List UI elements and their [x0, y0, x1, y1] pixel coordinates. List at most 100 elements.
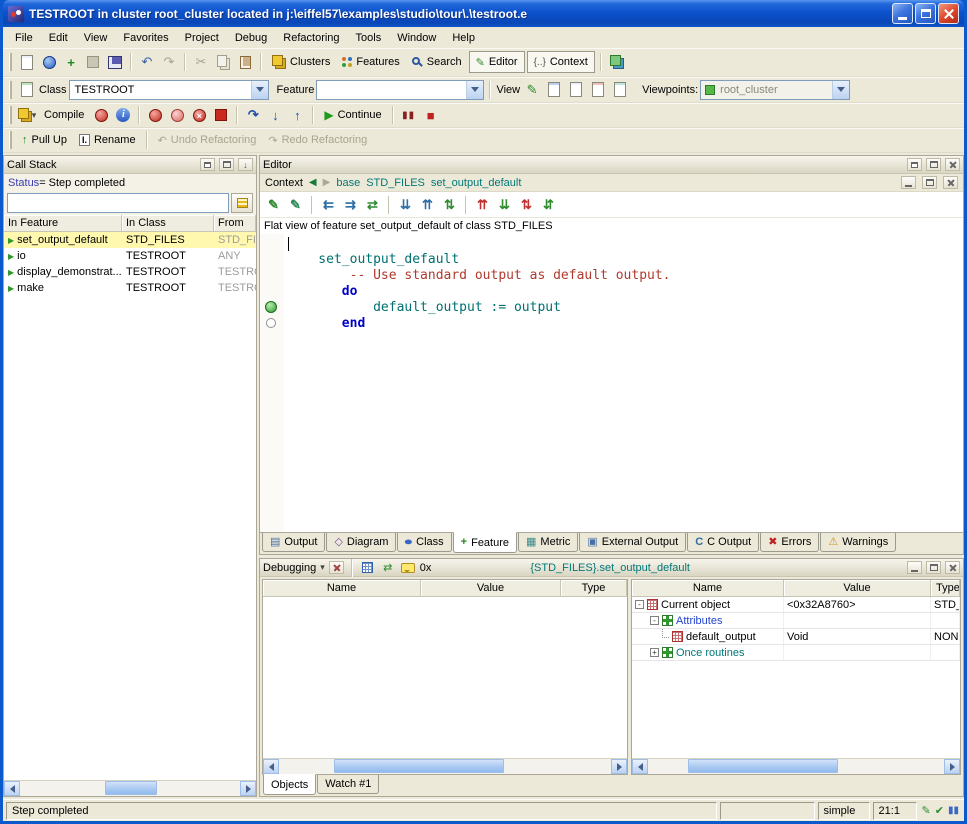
editor-toggle-button[interactable]: ✎Editor — [469, 51, 525, 73]
expand-icon[interactable]: + — [650, 648, 659, 657]
menu-item-view[interactable]: View — [76, 29, 116, 47]
tab-metric[interactable]: ▦Metric — [518, 533, 578, 552]
call-stack-hscrollbar[interactable] — [4, 780, 256, 796]
melt-button[interactable] — [91, 105, 111, 125]
scroll-left-button[interactable] — [632, 759, 648, 774]
menu-item-project[interactable]: Project — [177, 29, 227, 47]
maximize-pane-button[interactable] — [926, 158, 941, 171]
tab-external-output[interactable]: ▣External Output — [579, 533, 686, 552]
exchange-button[interactable]: ⇄ — [380, 560, 396, 576]
view-editable-button[interactable]: ✎ — [522, 80, 542, 100]
minimize-pane-button[interactable] — [907, 561, 922, 574]
breakpoint-gutter[interactable] — [260, 234, 284, 532]
history-back-button[interactable]: ◀ — [309, 177, 317, 188]
object-grid-button[interactable] — [360, 560, 376, 576]
toolbar-grip[interactable] — [9, 106, 12, 124]
tab-feature[interactable]: +Feature — [453, 532, 517, 553]
column-header-in-feature[interactable]: In Feature — [4, 215, 122, 232]
breadcrumb-cluster[interactable]: base — [336, 177, 360, 189]
ancestors-icon[interactable]: ⇈ — [473, 195, 492, 214]
menu-item-edit[interactable]: Edit — [41, 29, 76, 47]
menu-item-refactoring[interactable]: Refactoring — [275, 29, 347, 47]
column-header-type[interactable]: Type — [561, 580, 627, 597]
object-tree-row[interactable]: +Once routines — [632, 645, 960, 661]
creations-icon[interactable]: ⇅ — [440, 195, 459, 214]
maximize-pane-button[interactable] — [219, 158, 234, 171]
scroll-thumb[interactable] — [334, 759, 504, 773]
edit-feature-icon[interactable]: ✎ — [264, 195, 283, 214]
tab-warnings[interactable]: ⚠Warnings — [820, 533, 896, 552]
scroll-right-button[interactable] — [240, 781, 256, 796]
menu-item-favorites[interactable]: Favorites — [115, 29, 176, 47]
save-all-button[interactable] — [105, 52, 125, 72]
assigners-icon[interactable]: ⇉ — [341, 195, 360, 214]
add-class-button[interactable]: + — [61, 52, 81, 72]
tab-output[interactable]: ▤Output — [262, 533, 325, 552]
undo-button[interactable]: ↶ — [137, 52, 157, 72]
column-header-in-class[interactable]: In Class — [122, 215, 214, 232]
column-header-value[interactable]: Value — [784, 580, 931, 597]
close-pane-button[interactable] — [945, 561, 960, 574]
class-combobox[interactable]: TESTROOT — [69, 80, 269, 100]
scroll-track[interactable] — [648, 759, 944, 774]
view-interface-button[interactable] — [610, 80, 630, 100]
view-clickable-button[interactable] — [544, 80, 564, 100]
status-panels-icon[interactable]: ▮▮ — [948, 805, 959, 816]
search-button[interactable]: Search — [407, 51, 467, 73]
tab-errors[interactable]: ✖Errors — [760, 533, 819, 552]
run-ignoring-breakpoints-button[interactable] — [167, 105, 187, 125]
context-toggle-button[interactable]: {..}Context — [527, 51, 595, 73]
open-button[interactable] — [39, 52, 59, 72]
feature-combobox[interactable] — [316, 80, 484, 100]
class-tool-button[interactable] — [17, 80, 37, 100]
cut-button[interactable]: ✂ — [191, 52, 211, 72]
menu-item-file[interactable]: File — [7, 29, 41, 47]
objects-grid-body[interactable]: -Current object <0x32A8760> STD_FILES -A… — [632, 597, 960, 758]
breadcrumb-class[interactable]: STD_FILES — [366, 177, 425, 189]
descendants-icon[interactable]: ⇊ — [495, 195, 514, 214]
paste-button[interactable] — [235, 52, 255, 72]
callees-icon[interactable]: ⇊ — [396, 195, 415, 214]
step-out-button[interactable]: ↑ — [287, 105, 307, 125]
menu-item-tools[interactable]: Tools — [348, 29, 390, 47]
stack-depth-button[interactable] — [231, 193, 253, 213]
close-pane-button[interactable] — [943, 176, 958, 189]
history-forward-button[interactable]: ▶ — [323, 177, 331, 188]
maximize-pane-button[interactable] — [922, 176, 937, 189]
editor-header[interactable]: Editor — [260, 156, 963, 174]
feature-combobox-dropdown[interactable] — [466, 81, 483, 99]
status-ok-icon[interactable]: ✔ — [935, 804, 944, 817]
scroll-left-button[interactable] — [263, 759, 279, 774]
scroll-right-button[interactable] — [611, 759, 627, 774]
rename-button[interactable]: I.Rename — [74, 129, 141, 151]
view-contracts-button[interactable] — [588, 80, 608, 100]
close-debug-toolbar-button[interactable] — [329, 561, 344, 574]
watch-grid-hscrollbar[interactable] — [263, 758, 627, 774]
objects-grid-hscrollbar[interactable] — [632, 758, 960, 774]
ancestor-versions-icon[interactable]: ⇅ — [517, 195, 536, 214]
column-header-value[interactable]: Value — [421, 580, 561, 597]
breadcrumb-feature[interactable]: set_output_default — [431, 177, 522, 189]
tab-c-output[interactable]: CC Output — [687, 533, 759, 552]
new-window-button[interactable] — [17, 52, 37, 72]
descendant-versions-icon[interactable]: ⇵ — [539, 195, 558, 214]
compile-menu-button[interactable]: ▾ — [17, 105, 37, 125]
view-flat-button[interactable] — [566, 80, 586, 100]
call-stack-row[interactable]: ▶set_output_default STD_FILES STD_FILES — [4, 232, 256, 248]
menu-item-debug[interactable]: Debug — [227, 29, 275, 47]
toolbar-grip[interactable] — [9, 81, 12, 99]
pause-button[interactable]: ▮▮ — [399, 105, 419, 125]
scroll-thumb[interactable] — [105, 781, 157, 795]
minimize-pane-button[interactable] — [901, 176, 916, 189]
redo-button[interactable]: ↷ — [159, 52, 179, 72]
class-combobox-dropdown[interactable] — [251, 81, 268, 99]
maximize-button[interactable] — [915, 3, 936, 24]
tab-watch-1[interactable]: Watch #1 — [317, 775, 379, 794]
edit-class-icon[interactable]: ✎ — [286, 195, 305, 214]
menu-item-window[interactable]: Window — [389, 29, 444, 47]
code-editor[interactable]: set_output_default -- Use standard outpu… — [284, 234, 963, 532]
assignees-icon[interactable]: ⇈ — [418, 195, 437, 214]
float-pane-button[interactable] — [200, 158, 215, 171]
copy-button[interactable] — [213, 52, 233, 72]
collapse-icon[interactable]: - — [650, 616, 659, 625]
